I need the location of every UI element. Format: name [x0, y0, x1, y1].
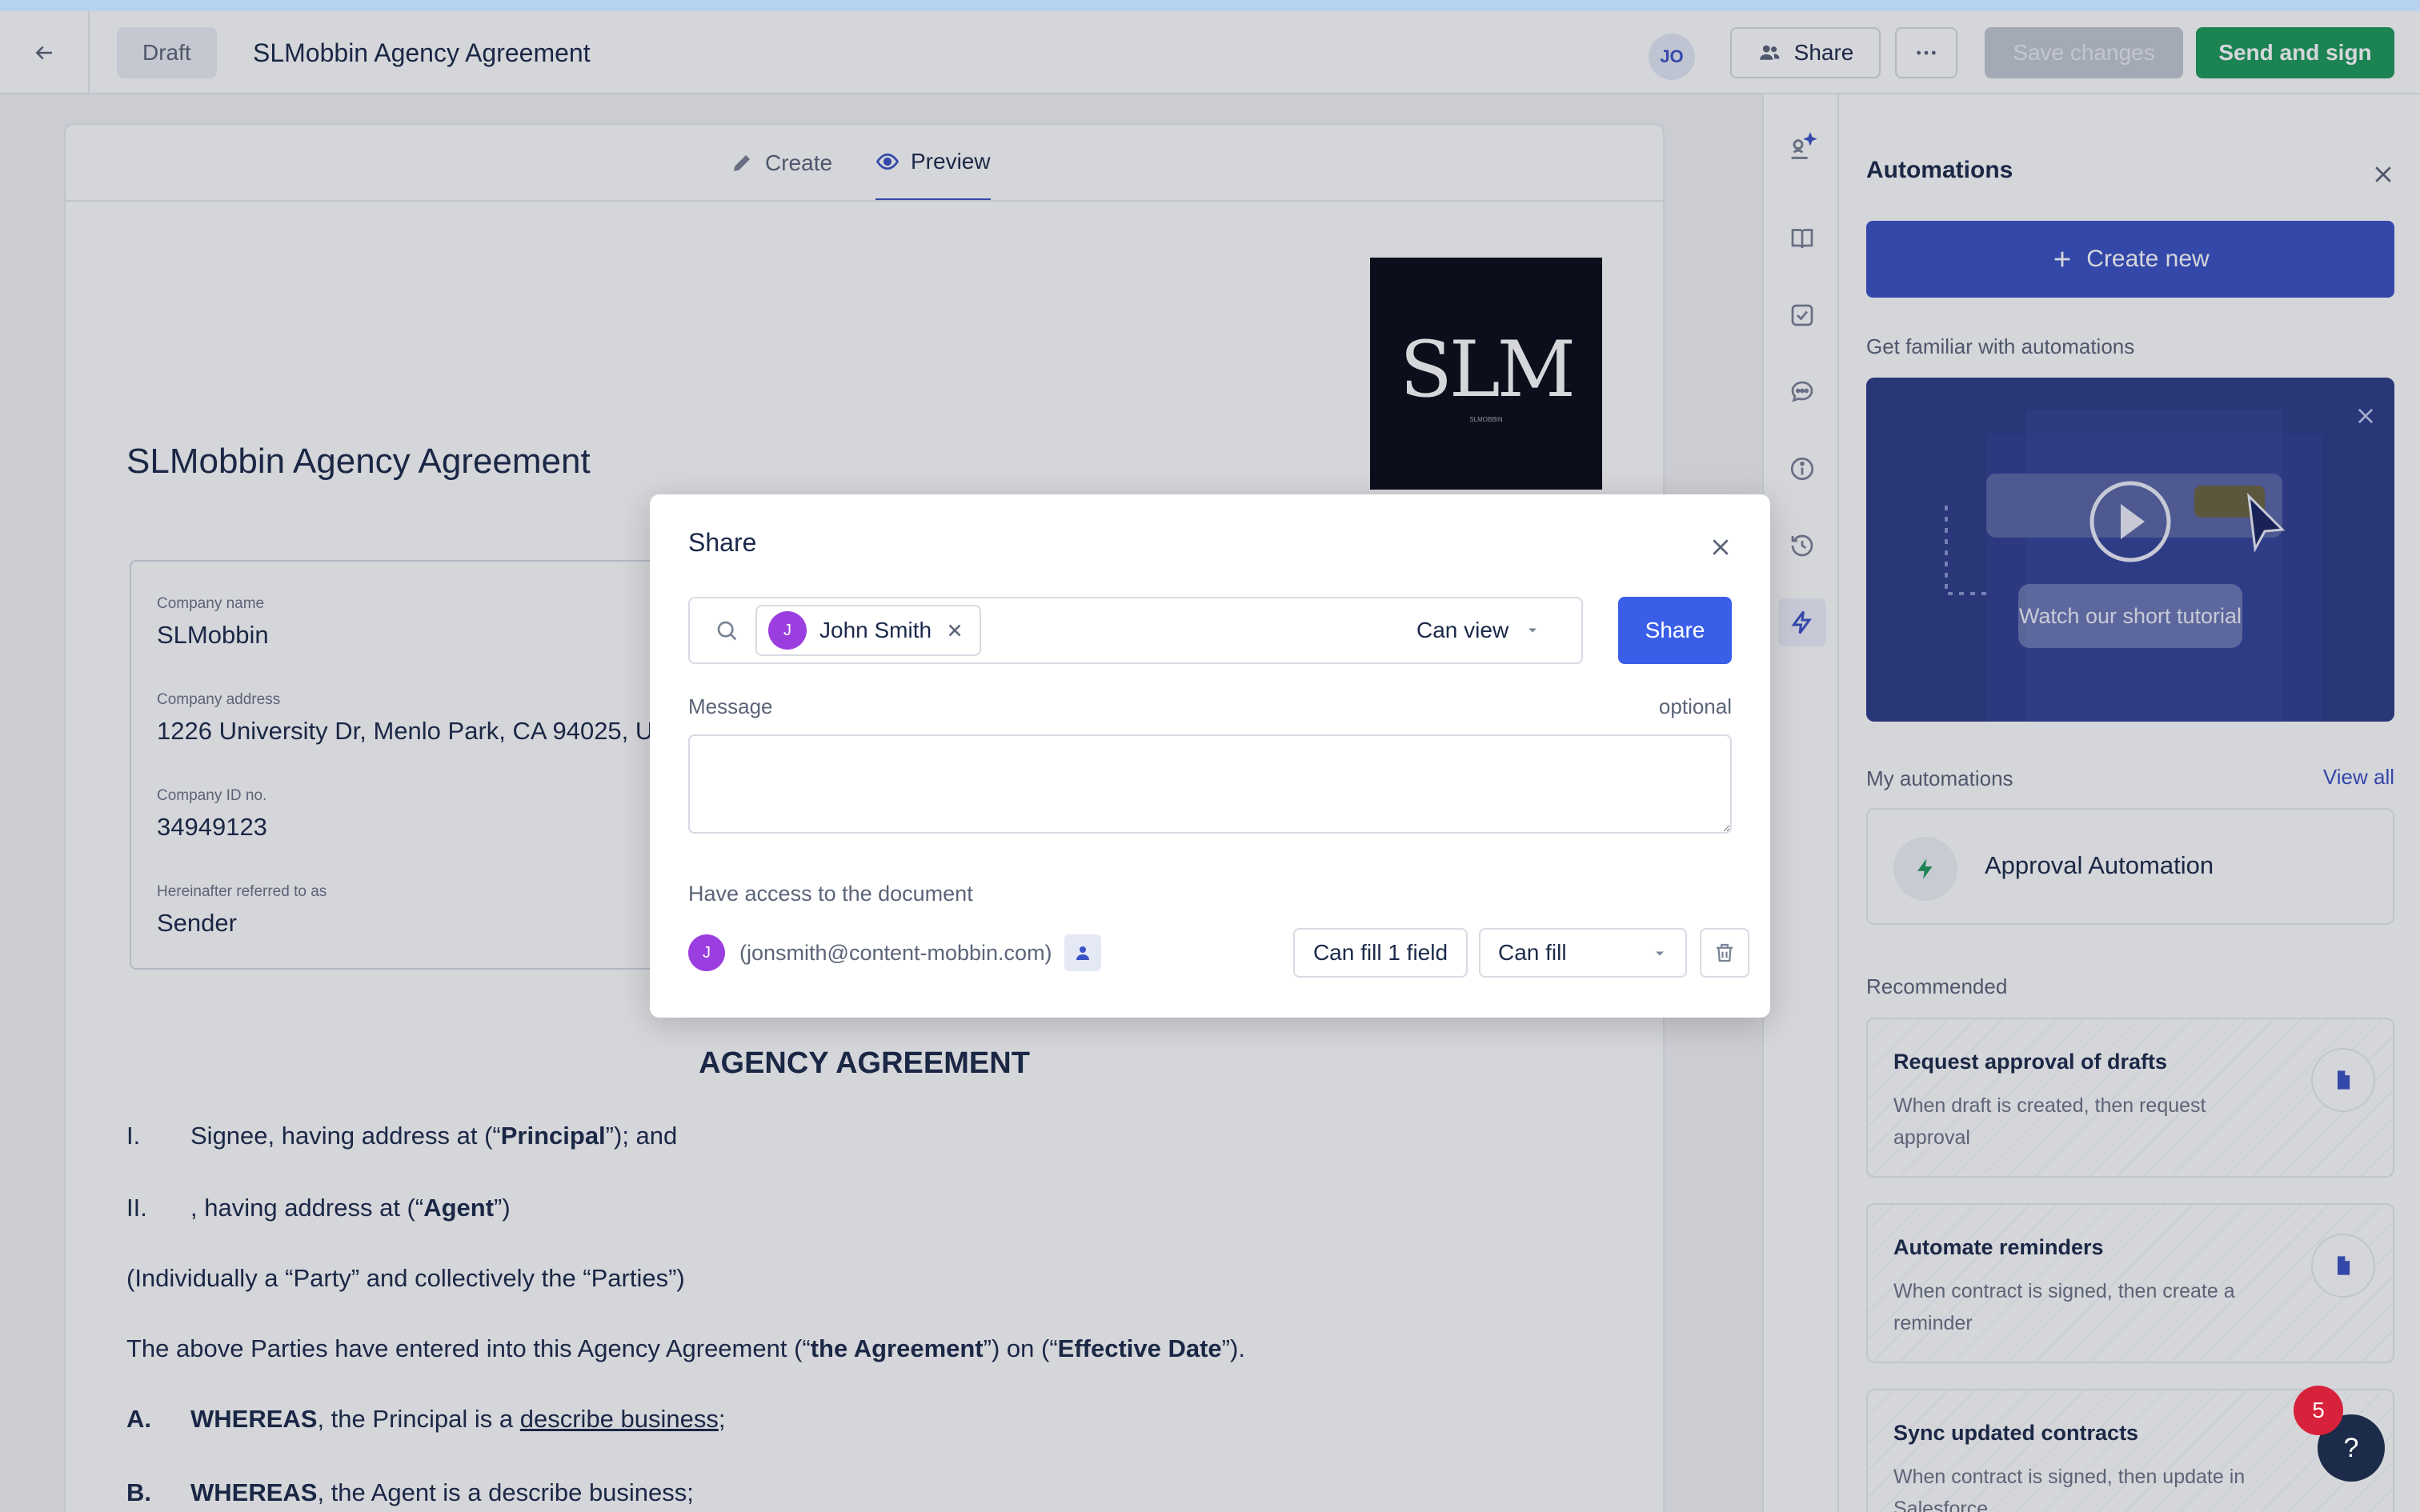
access-heading: Have access to the document	[688, 882, 973, 906]
share-submit-button[interactable]: Share	[1618, 597, 1732, 664]
trash-icon	[1717, 943, 1733, 962]
recipient-search-input[interactable]: J John Smith Can view	[688, 597, 1583, 664]
notification-count-badge: 5	[2294, 1386, 2343, 1435]
caret-down-icon	[1529, 628, 1537, 633]
permission-value: Can view	[1416, 618, 1509, 642]
recipient-name: John Smith	[819, 618, 932, 642]
permission-select[interactable]: Can view	[1416, 598, 1541, 662]
access-permission-value: Can fill	[1498, 940, 1567, 965]
access-permission-select[interactable]: Can fill	[1479, 928, 1687, 978]
message-label: Message	[688, 694, 773, 718]
modal-title: Share	[688, 528, 757, 557]
modal-close-button[interactable]	[1703, 530, 1738, 565]
close-icon	[1713, 539, 1729, 555]
top-accent-strip	[0, 0, 2420, 11]
access-user-email: (jonsmith@content-mobbin.com)	[739, 941, 1052, 965]
remove-recipient-button[interactable]	[944, 620, 965, 641]
share-modal: Share J John Smith Can view Share Messag…	[650, 494, 1770, 1018]
access-user-avatar: J	[688, 934, 725, 971]
message-optional-hint: optional	[1658, 694, 1732, 718]
recipient-avatar: J	[768, 611, 807, 650]
message-textarea[interactable]	[688, 734, 1732, 834]
fill-fields-button[interactable]: Can fill 1 field	[1293, 928, 1468, 978]
user-icon	[1076, 946, 1089, 960]
remove-access-button[interactable]	[1700, 928, 1749, 978]
close-icon	[948, 624, 961, 637]
access-user-badge	[1064, 934, 1101, 971]
recipient-chip: J John Smith	[755, 605, 982, 656]
caret-down-icon	[1656, 951, 1664, 956]
search-icon	[714, 618, 739, 647]
